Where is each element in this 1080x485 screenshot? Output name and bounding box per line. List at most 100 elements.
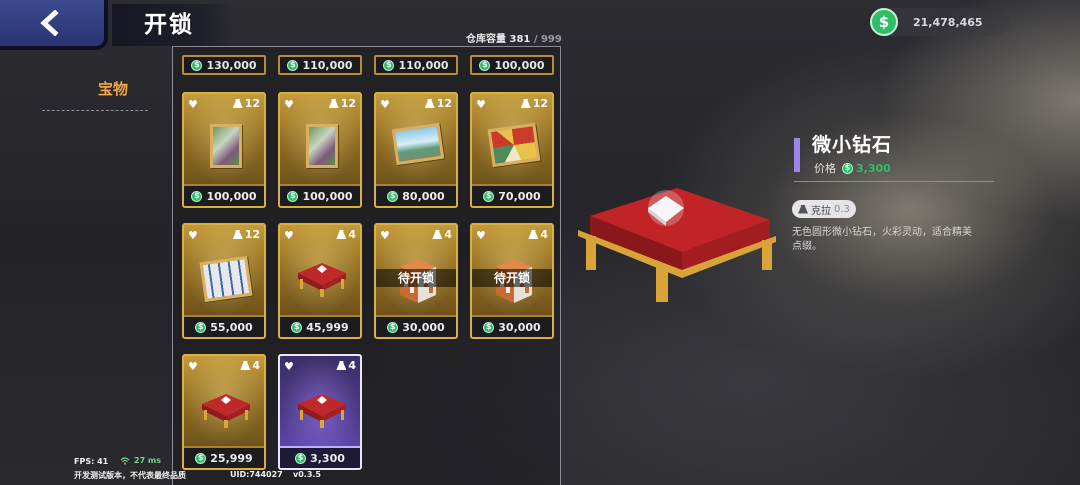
coin-icon: $	[287, 190, 299, 202]
locked-label: 待开锁	[376, 269, 456, 287]
fps-counter: FPS: 41	[74, 457, 109, 466]
price-pill[interactable]: $100,000	[470, 55, 554, 75]
heart-icon[interactable]: ♥	[188, 98, 198, 111]
category-tab-treasure[interactable]: 宝物	[98, 78, 128, 99]
price-pill[interactable]: $110,000	[278, 55, 362, 75]
heart-icon[interactable]: ♥	[188, 360, 198, 373]
coin-icon: $	[191, 59, 203, 71]
item-card[interactable]: ♥ 4 $25,999	[182, 354, 266, 470]
item-grid-panel[interactable]: $130,000 $110,000 $110,000 $100,000 ♥ 12…	[172, 46, 561, 485]
heart-icon[interactable]: ♥	[188, 229, 198, 242]
weight-badge: 12	[520, 97, 548, 110]
weight-badge: 4	[336, 359, 356, 372]
build-note: 开发测试版本，不代表最终品质	[74, 471, 186, 480]
currency-amount: 21,478,465	[913, 15, 983, 29]
ping-display: 27 ms	[120, 456, 161, 465]
diamond-cushion-icon	[298, 394, 346, 428]
item-card-selected[interactable]: ♥ 4 $3,300	[278, 354, 362, 470]
item-card[interactable]: ♥ 4 待开锁 $30,000	[470, 223, 554, 339]
weight-icon	[232, 99, 243, 108]
weight-badge: 4	[528, 228, 548, 241]
weight-badge: 12	[328, 97, 356, 110]
card-price: $100,000	[280, 184, 360, 206]
weight-icon	[798, 204, 808, 214]
weight-icon	[336, 230, 347, 239]
painting-icon	[199, 255, 253, 303]
card-price: $70,000	[472, 184, 552, 206]
diamond-cushion-icon	[202, 394, 250, 428]
category-divider	[42, 110, 148, 111]
weight-badge: 12	[232, 97, 260, 110]
storage-capacity: 仓库容量 381 / 999	[466, 30, 562, 45]
coin-icon: $	[287, 59, 299, 71]
capacity-used: 381	[509, 34, 531, 45]
weight-badge: 4	[240, 359, 260, 372]
coin-icon: $	[842, 162, 853, 174]
money-icon: $	[870, 8, 898, 36]
coin-icon: $	[479, 59, 491, 71]
version-label: v0.3.5	[293, 470, 321, 479]
painting-icon	[487, 122, 541, 168]
item-card[interactable]: ♥ 4 待开锁 $30,000	[374, 223, 458, 339]
item-price: 价格 $3,300	[814, 161, 891, 176]
price-pill[interactable]: $110,000	[374, 55, 458, 75]
weight-tag: 克拉 0.3	[792, 200, 856, 218]
card-price: $45,999	[280, 315, 360, 337]
coin-icon: $	[191, 190, 203, 202]
weight-icon	[528, 230, 539, 239]
card-price: $30,000	[472, 315, 552, 337]
weight-icon	[432, 230, 443, 239]
card-price: $30,000	[376, 315, 456, 337]
wifi-icon	[120, 456, 130, 465]
coin-icon: $	[483, 190, 495, 202]
heart-icon[interactable]: ♥	[380, 229, 390, 242]
heart-icon[interactable]: ♥	[284, 229, 294, 242]
heart-icon[interactable]: ♥	[284, 360, 294, 373]
weight-icon	[240, 361, 251, 370]
item-card[interactable]: ♥ 12 $55,000	[182, 223, 266, 339]
weight-icon	[328, 99, 339, 108]
heart-icon[interactable]: ♥	[284, 98, 294, 111]
item-preview[interactable]	[572, 178, 782, 306]
coin-icon: $	[195, 452, 207, 464]
back-button[interactable]	[0, 0, 108, 50]
weight-badge: 4	[432, 228, 452, 241]
weight-icon	[520, 99, 531, 108]
card-price: $3,300	[280, 446, 360, 468]
painting-icon	[210, 124, 242, 168]
item-card[interactable]: ♥ 12 $70,000	[470, 92, 554, 208]
page-title: 开锁	[112, 4, 234, 46]
card-price: $80,000	[376, 184, 456, 206]
coin-icon: $	[483, 321, 495, 333]
price-label: 价格	[814, 162, 836, 175]
weight-badge: 12	[232, 228, 260, 241]
painting-icon	[306, 124, 338, 168]
detail-divider	[794, 181, 994, 182]
currency-display: $ 21,478,465	[870, 8, 1010, 36]
diamond-cushion-icon	[298, 263, 346, 297]
heart-icon[interactable]: ♥	[476, 98, 486, 111]
weight-icon	[336, 361, 347, 370]
chevron-left-icon	[40, 10, 59, 36]
card-price: $55,000	[184, 315, 264, 337]
capacity-label: 仓库容量	[466, 34, 506, 45]
weight-icon	[232, 230, 243, 239]
weight-badge: 4	[336, 228, 356, 241]
item-card[interactable]: ♥ 12 $100,000	[182, 92, 266, 208]
coin-icon: $	[387, 321, 399, 333]
heart-icon[interactable]: ♥	[380, 98, 390, 111]
item-name: 微小钻石	[812, 134, 893, 156]
item-card[interactable]: ♥ 12 $100,000	[278, 92, 362, 208]
item-card[interactable]: ♥ 12 $80,000	[374, 92, 458, 208]
coin-icon: $	[195, 321, 207, 333]
coin-icon: $	[387, 190, 399, 202]
price-pill[interactable]: $130,000	[182, 55, 266, 75]
card-price: $100,000	[184, 184, 264, 206]
weight-icon	[424, 99, 435, 108]
painting-icon	[391, 122, 445, 166]
item-description: 无色圆形微小钻石，火彩灵动，适合精美点缀。	[792, 227, 972, 252]
coin-icon: $	[383, 59, 395, 71]
item-card[interactable]: ♥ 4 $45,999	[278, 223, 362, 339]
heart-icon[interactable]: ♥	[476, 229, 486, 242]
weight-badge: 12	[424, 97, 452, 110]
